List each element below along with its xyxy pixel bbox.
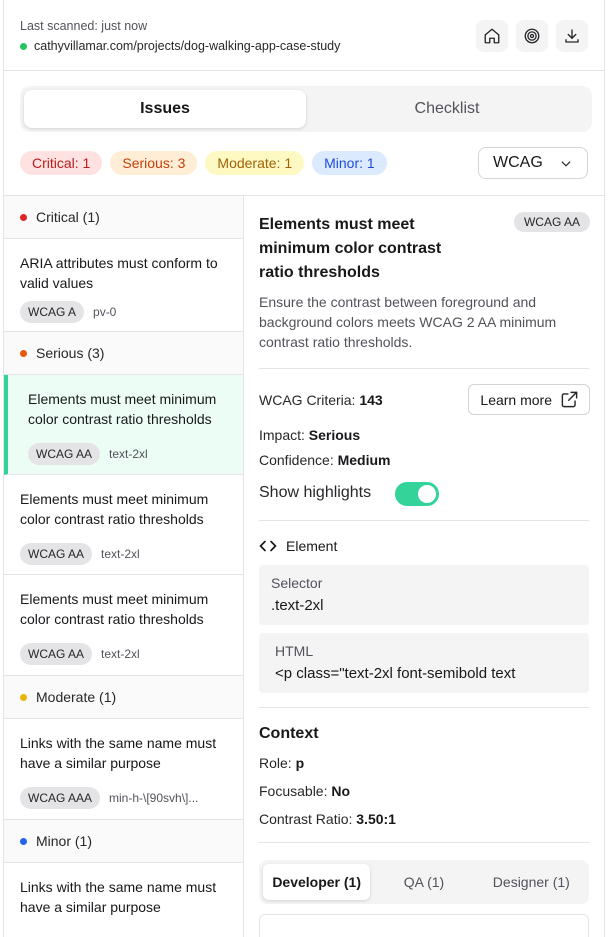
serious-dot	[20, 349, 27, 357]
selector-text: min-h-\[90svh\]...	[109, 791, 199, 805]
selector-value[interactable]: .text-2xl	[271, 597, 577, 614]
list-item[interactable]: Elements must meet minimum color contras…	[4, 575, 243, 676]
role-tab-panel	[259, 914, 589, 937]
issue-detail: Elements must meet minimum color contras…	[245, 196, 604, 937]
main-tabs: Issues Checklist	[20, 86, 592, 132]
selector-text: pv-0	[93, 305, 117, 319]
group-label: Critical (1)	[36, 209, 100, 225]
list-item-title: ARIA attributes must conform to valid va…	[20, 255, 218, 291]
wcag-tag: WCAG AA	[20, 543, 93, 565]
home-button[interactable]	[476, 20, 508, 52]
list-item[interactable]: ARIA attributes must conform to valid va…	[4, 239, 243, 332]
detail-description: Ensure the contrast between foreground a…	[259, 294, 557, 350]
focusable-value: No	[331, 783, 351, 799]
group-minor[interactable]: Minor (1)	[4, 820, 243, 863]
wcag-tag: WCAG AAA	[20, 787, 101, 809]
tab-designer[interactable]: Designer (1)	[478, 864, 585, 900]
selector-text: text-2xl	[109, 447, 148, 461]
wcag-tag: WCAG AA	[28, 443, 101, 465]
download-icon	[565, 29, 579, 43]
filter-minor[interactable]: Minor: 1	[312, 151, 387, 175]
divider	[259, 368, 589, 369]
detail-wcag-badge: WCAG AA	[513, 212, 590, 232]
selector-text: text-2xl	[101, 547, 140, 561]
wcag-tag: WCAG AA	[20, 643, 93, 665]
list-item-title: Links with the same name must have a sim…	[20, 879, 217, 915]
minor-dot	[20, 837, 27, 845]
html-label: HTML	[275, 643, 314, 659]
group-serious[interactable]: Serious (3)	[4, 332, 243, 375]
severity-filters: Critical: 1 Serious: 3 Moderate: 1 Minor…	[20, 151, 387, 175]
divider	[259, 520, 589, 521]
confidence: Confidence: Medium	[259, 452, 391, 468]
group-moderate[interactable]: Moderate (1)	[4, 676, 243, 719]
target-button[interactable]	[516, 20, 548, 52]
context-heading: Context	[259, 725, 319, 742]
group-critical[interactable]: Critical (1)	[4, 196, 243, 239]
list-item[interactable]: Links with the same name must have a sim…	[4, 719, 243, 820]
learn-more-button[interactable]: Learn more	[468, 384, 590, 415]
list-item-title: Elements must meet minimum color contras…	[20, 591, 209, 627]
confidence-value: Medium	[337, 452, 391, 468]
home-icon	[484, 28, 500, 44]
selector-text: text-2xl	[101, 647, 140, 661]
toggle-knob	[418, 485, 436, 503]
external-link-icon	[561, 391, 578, 408]
tab-qa[interactable]: QA (1)	[370, 864, 477, 900]
list-item[interactable]: Elements must meet minimum color contras…	[4, 475, 243, 575]
header-actions	[476, 20, 588, 52]
standard-select-value: WCAG	[493, 154, 543, 171]
impact: Impact: Serious	[259, 427, 361, 443]
html-value[interactable]: <p class="text-2xl font-semibold text	[275, 665, 577, 682]
role-tabs: Developer (1) QA (1) Designer (1)	[259, 860, 589, 904]
status-dot	[20, 42, 27, 50]
tab-developer[interactable]: Developer (1)	[263, 864, 371, 900]
group-label: Serious (3)	[36, 345, 105, 361]
issue-list: Critical (1) ARIA attributes must confor…	[4, 196, 244, 937]
critical-dot	[20, 213, 27, 221]
role: Role: p	[259, 755, 305, 771]
scanned-url-text: cathyvillamar.com/projects/dog-walking-a…	[34, 39, 341, 53]
chevron-down-icon	[561, 161, 571, 167]
standard-select[interactable]: WCAG	[478, 147, 588, 179]
extension-panel: Last scanned: just now cathyvillamar.com…	[3, 0, 605, 937]
selector-box: Selector .text-2xl	[259, 565, 589, 625]
role-value: p	[295, 755, 305, 771]
filter-serious[interactable]: Serious: 3	[110, 151, 198, 175]
list-item-selected[interactable]: Elements must meet minimum color contras…	[4, 375, 243, 475]
criteria-value: 143	[359, 392, 383, 408]
code-icon	[259, 540, 277, 552]
wcag-criteria: WCAG Criteria: 143	[259, 392, 383, 408]
wcag-tag: WCAG A	[20, 301, 85, 323]
html-box: HTML <p class="text-2xl font-semibold te…	[259, 633, 589, 693]
tab-checklist[interactable]: Checklist	[306, 90, 588, 128]
moderate-dot	[20, 693, 27, 701]
group-label: Moderate (1)	[36, 689, 117, 705]
focusable: Focusable: No	[259, 783, 351, 799]
divider	[259, 707, 589, 708]
tab-issues[interactable]: Issues	[24, 90, 306, 128]
show-highlights-toggle[interactable]	[395, 482, 439, 506]
list-item[interactable]: Links with the same name must have a sim…	[4, 863, 243, 937]
contrast-ratio: Contrast Ratio: 3.50:1	[259, 811, 396, 827]
contrast-value: 3.50:1	[356, 811, 396, 827]
element-section-heading: Element	[259, 538, 337, 554]
show-highlights-label: Show highlights	[259, 484, 372, 501]
scanned-url: cathyvillamar.com/projects/dog-walking-a…	[20, 39, 340, 53]
selector-label: Selector	[271, 575, 323, 591]
impact-value: Serious	[308, 427, 361, 443]
group-label: Minor (1)	[36, 833, 93, 849]
learn-more-label: Learn more	[480, 391, 552, 408]
divider	[259, 842, 589, 843]
target-icon	[524, 28, 540, 44]
list-item-title: Links with the same name must have a sim…	[20, 735, 217, 771]
last-scanned-text: Last scanned: just now	[20, 19, 148, 33]
detail-title: Elements must meet minimum color contras…	[259, 216, 442, 281]
filter-moderate[interactable]: Moderate: 1	[205, 151, 305, 175]
scan-header: Last scanned: just now cathyvillamar.com…	[4, 0, 604, 71]
list-item-title: Elements must meet minimum color contras…	[28, 391, 217, 427]
download-button[interactable]	[556, 20, 588, 52]
list-item-title: Elements must meet minimum color contras…	[20, 491, 209, 527]
filter-critical[interactable]: Critical: 1	[20, 151, 103, 175]
